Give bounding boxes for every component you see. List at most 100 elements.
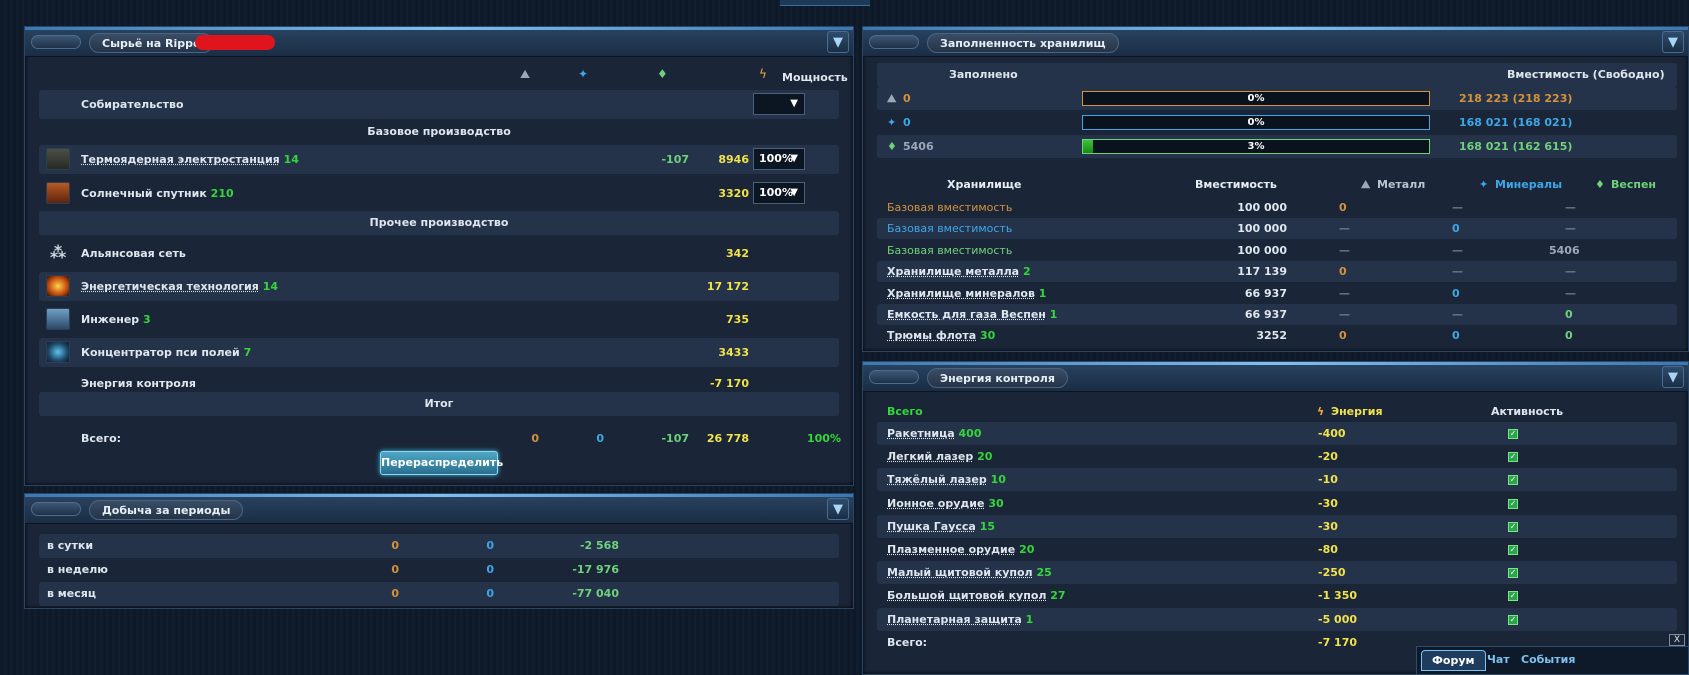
defense-energy: -400 [1318,427,1346,440]
filter-icon[interactable]: ▼ [827,498,849,520]
table-row: Пушка Гаусса 15 -30 ✓ [877,514,1677,538]
tab-chat[interactable]: Чат [1487,653,1510,666]
defense-energy: -1 350 [1318,589,1358,603]
defense-name[interactable]: Легкий лазер 20 [887,445,992,468]
table-row: Малый щитовой купол 25 -250 ✓ [877,561,1677,585]
storage-name-label: Базовая вместимость [887,222,1013,236]
deuterium-icon: ♦ [657,67,668,81]
period-deut: -77 040 [572,587,619,600]
tab-events[interactable]: События [1521,653,1575,666]
power-select[interactable]: 100% ▼ [753,182,805,204]
header-rail [863,27,1688,30]
energy-icon: ϟ [759,67,767,81]
gather-label: Собирательство [81,98,184,111]
active-checkbox[interactable]: ✓ [1508,614,1518,625]
row-energy: 8946 [718,153,749,166]
storage-header-row: Заполнено Вместимость (Свободно) [877,63,1677,87]
fill-bar: 0% [1082,115,1430,130]
table-row: Базовая вместимость 100 000 0 — — [877,197,1677,218]
defense-level: 30 [988,496,1004,510]
row-name[interactable]: Термоядерная электростанция 14 [81,145,299,174]
power-select[interactable]: 100% ▼ [753,148,805,170]
header-rail [25,494,853,497]
table-row: Инженер 3 735 [39,305,839,334]
defense-name[interactable]: Планетарная защита 1 [887,608,1033,631]
storage-level: 1 [1049,308,1058,321]
storage-name[interactable]: Базовая вместимость [887,218,1012,239]
tab-forum[interactable]: Форум [1421,650,1486,671]
gather-power-select[interactable]: ▼ [753,93,805,115]
active-checkbox[interactable]: ✓ [1508,568,1518,579]
defense-energy: -10 [1318,473,1338,487]
section-total-label: Итог [424,397,454,410]
active-checkbox[interactable]: ✓ [1508,545,1518,555]
period-metal: 0 [391,539,399,552]
control-total-label: Всего: [887,635,928,649]
period-label: в сутки [47,539,94,552]
capacity-header: Вместимость (Свободно) [1507,68,1665,81]
panel-header: Сырьё на Rippe ▼ [25,27,853,57]
storage-level: 30 [980,329,996,343]
row-energy: 3320 [718,187,749,200]
active-checkbox[interactable]: ✓ [1508,521,1518,532]
redaction-mark [195,35,275,50]
table-row: Трюмы флота 30 3252 0 0 0 [877,325,1677,346]
defense-name[interactable]: Большой щитовой купол 27 [887,584,1066,607]
row-name[interactable]: Концентратор пси полей 7 [81,338,251,367]
header-rail [863,362,1688,365]
defense-level: 20 [977,450,993,464]
crystal-icon: ✦ [1479,178,1489,191]
row-label: Энергетическая технология [81,280,259,293]
storage-deut: 5406 [1549,243,1580,257]
active-checkbox[interactable]: ✓ [1508,475,1518,486]
table-row: Плазменное орудие 20 -80 ✓ [877,538,1677,561]
active-checkbox[interactable]: ✓ [1508,452,1518,463]
row-name[interactable]: Энергетическая технология 14 [81,272,278,301]
period-crystal: 0 [486,587,494,600]
table-row: Планетарная защита 1 -5 000 ✓ [877,607,1677,631]
defense-name[interactable]: Ракетница 400 [887,422,981,445]
storage-name-label: Хранилище металла [887,265,1020,279]
redistribute-button[interactable]: Перераспределить [380,451,503,475]
storage-cap: 117 139 [1237,265,1287,279]
period-label: в неделю [47,563,108,576]
storage-table-head: Хранилище Вместимость ⛰ Металл ✦ Минерал… [877,173,1677,197]
row-name[interactable]: Инженер 3 [81,305,151,334]
active-checkbox[interactable]: ✓ [1508,498,1518,509]
storage-deut: — [1565,222,1576,236]
filter-icon[interactable]: ▼ [827,31,849,53]
storage-panel: Заполненность хранилищ ▼ Заполнено Вмест… [862,26,1689,352]
storage-crystal: 0 [1452,329,1460,343]
storage-name[interactable]: Емкость для газа Веспен 1 [887,304,1057,325]
storage-crystal: — [1452,201,1463,214]
defense-label: Тяжёлый лазер [887,473,987,487]
defense-level: 1 [1025,612,1034,626]
fill-row-crystal: ✦ 0 0% 168 021 (168 021) [877,111,1677,134]
close-icon[interactable]: X [1669,634,1685,646]
storage-name[interactable]: Хранилище металла 2 [887,261,1031,282]
filter-icon[interactable]: ▼ [1662,366,1684,388]
panel-title: Заполненность хранилищ [927,33,1119,53]
active-checkbox[interactable]: ✓ [1508,591,1518,602]
row-label: Термоядерная электростанция [81,153,280,166]
defense-name[interactable]: Плазменное орудие 20 [887,538,1034,561]
crystal-icon: ✦ [887,116,897,129]
storage-deut: — [1565,201,1576,214]
panel-title: Добыча за периоды [89,500,244,520]
col-metal: Металл [1377,178,1426,191]
filter-icon[interactable]: ▼ [1662,31,1684,53]
storage-name[interactable]: Трюмы флота 30 [887,325,995,346]
row-name[interactable]: Солнечный спутник 210 [81,179,234,208]
defense-name[interactable]: Ионное орудие 30 [887,492,1004,515]
defense-level: 15 [979,519,995,533]
defense-label: Планетарная защита [887,612,1022,626]
deuterium-icon: ♦ [1595,178,1605,191]
table-row: в сутки 0 0 -2 568 [39,534,839,558]
storage-name[interactable]: Хранилище минералов 1 [887,283,1046,304]
active-checkbox[interactable]: ✓ [1508,429,1518,439]
defense-name[interactable]: Пушка Гаусса 15 [887,515,995,538]
defense-name[interactable]: Тяжёлый лазер 10 [887,468,1006,491]
storage-name[interactable]: Базовая вместимость [887,240,1012,261]
storage-name[interactable]: Базовая вместимость [887,197,1012,218]
defense-name[interactable]: Малый щитовой купол 25 [887,561,1052,584]
